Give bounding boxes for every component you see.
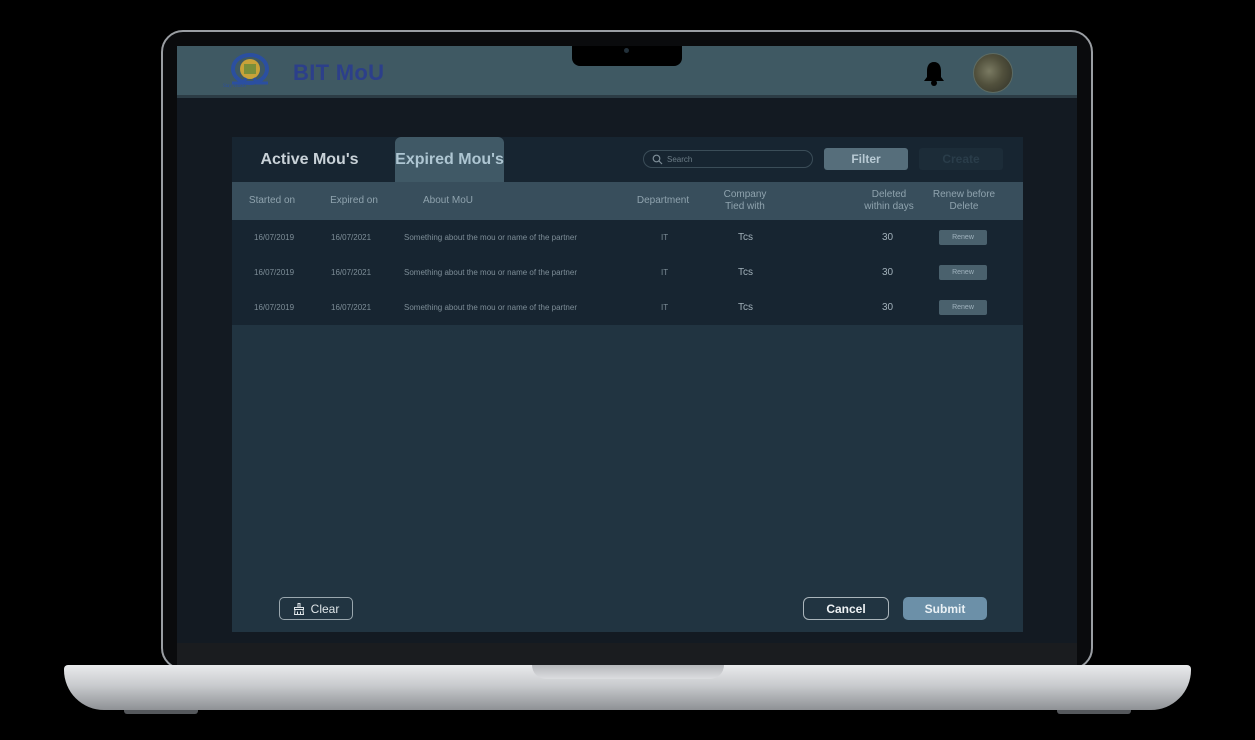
app-title: BIT MoU [293,60,385,85]
camera [624,48,629,53]
renew-button[interactable]: Renew [939,300,987,315]
cell-expired-on: 16/07/2021 [331,303,372,312]
cell-started-on: 16/07/2019 [254,233,295,242]
laptop-base-notch [532,665,724,679]
filter-button[interactable]: Filter [824,148,908,170]
renew-button[interactable]: Renew [939,230,987,245]
cell-company: Tcs [738,302,753,313]
cell-company: Tcs [738,267,753,278]
cell-expired-on: 16/07/2021 [331,268,372,277]
table-row: 16/07/2019 16/07/2021 Something about th… [232,255,1023,290]
create-button[interactable]: Create [919,148,1003,170]
search-input[interactable] [667,151,807,167]
submit-button[interactable]: Submit [903,597,987,620]
renew-button[interactable]: Renew [939,265,987,280]
screen: Stay Ahead BIT MoU Active Mou's Expired … [177,46,1077,643]
table-row: 16/07/2019 16/07/2021 Something about th… [232,220,1023,255]
cell-about: Something about the mou or name of the p… [404,233,577,242]
tab-active-mous[interactable]: Active Mou's [247,137,372,182]
cell-deleted-days: 30 [882,267,894,278]
column-header-company: Company Tied with [723,189,767,212]
column-header-started-on: Started on [248,195,296,206]
logo-tagline: Stay Ahead [223,84,246,89]
tab-expired-mous[interactable]: Expired Mou's [395,137,504,182]
cell-department: IT [661,268,669,277]
cell-deleted-days: 30 [882,232,894,243]
cell-expired-on: 16/07/2021 [331,233,372,242]
cancel-button[interactable]: Cancel [803,597,889,620]
clear-button[interactable]: Clear [279,597,353,620]
laptop-foot-right [1057,710,1131,714]
user-avatar[interactable] [973,53,1013,93]
laptop-chin [177,643,1077,665]
cell-deleted-days: 30 [882,302,894,313]
cell-department: IT [661,303,669,312]
column-header-about-mou: About MoU [422,195,474,206]
column-header-renew-before-delete: Renew before Delete [932,189,996,212]
broom-icon [293,602,304,615]
cell-about: Something about the mou or name of the p… [404,303,577,312]
column-header-department: Department [636,195,690,206]
column-header-expired-on: Expired on [330,195,378,206]
cell-department: IT [661,233,669,242]
table-row: 16/07/2019 16/07/2021 Something about th… [232,290,1023,325]
clear-button-label: Clear [310,601,340,616]
cell-started-on: 16/07/2019 [254,268,295,277]
logo-icon [231,53,269,85]
search-icon [652,154,663,165]
table-header: Started on Expired on About MoU Departme… [232,182,1023,220]
bell-icon[interactable] [923,60,945,86]
laptop-foot-left [124,710,198,714]
cell-started-on: 16/07/2019 [254,303,295,312]
cell-about: Something about the mou or name of the p… [404,268,577,277]
cell-company: Tcs [738,232,753,243]
column-header-deleted-within-days: Deleted within days [864,189,914,212]
